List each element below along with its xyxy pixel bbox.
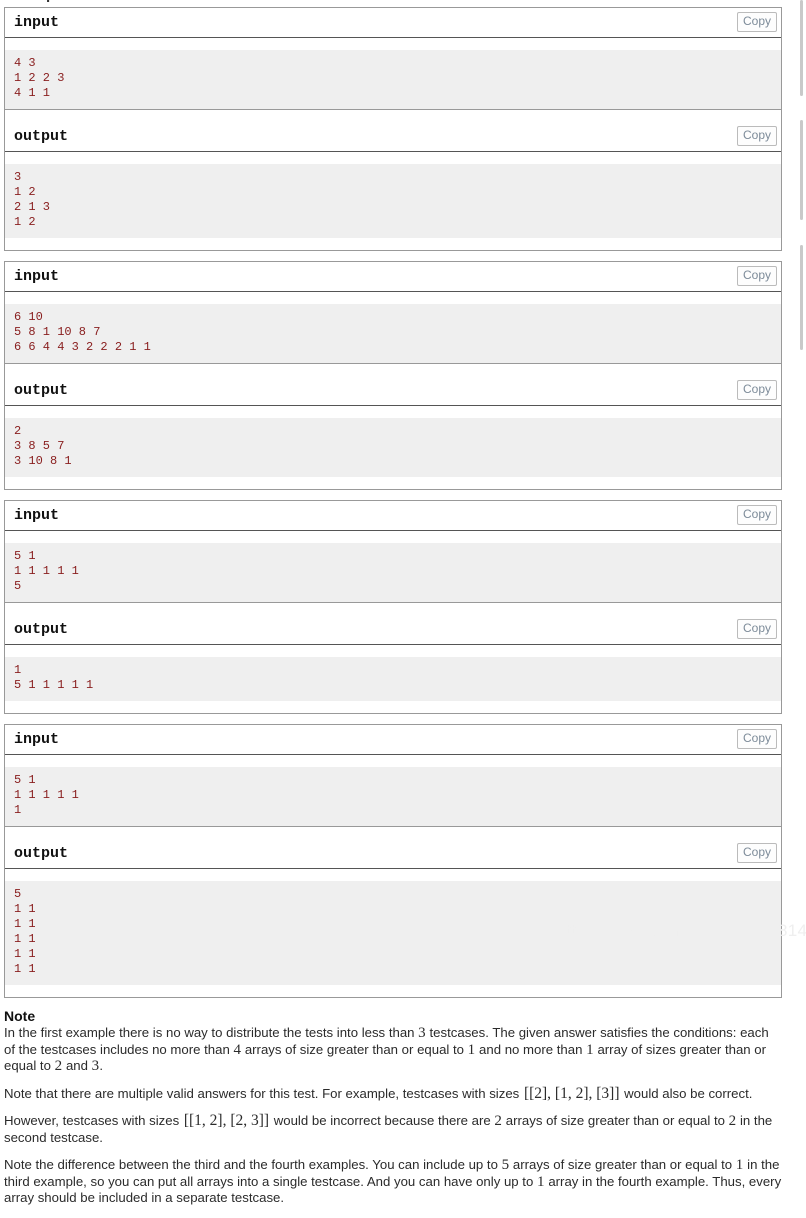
output-label-3: output — [14, 621, 69, 638]
note-p4-num-1: 5 — [501, 1157, 510, 1173]
input-title-4: input Copy — [5, 725, 781, 755]
note-p1-num-1: 3 — [418, 1025, 426, 1041]
input-title-1: input Copy — [5, 8, 781, 38]
note-p1-text-f: and — [62, 1058, 92, 1073]
output-data-4: 5 1 1 1 1 1 1 1 1 1 1 — [5, 881, 781, 985]
input-data-4: 5 1 1 1 1 1 1 1 — [5, 767, 781, 827]
output-label-4: output — [14, 845, 69, 862]
scrollbar-segment-2[interactable] — [800, 120, 803, 220]
note-paragraph-3: However, testcases with sizes [[1, 2], [… — [4, 1112, 782, 1146]
note-p1-text-g: . — [99, 1058, 104, 1073]
copy-output-button-3[interactable]: Copy — [736, 619, 777, 639]
note-p4-num-2: 1 — [735, 1157, 744, 1173]
copy-output-button-1[interactable]: Copy — [736, 126, 777, 146]
problem-statement-page: Examples input Copy 4 3 1 2 2 3 4 1 1 ou… — [0, 0, 806, 1218]
scrollbar-segment-3[interactable] — [800, 245, 803, 350]
examples-heading: Examples — [4, 0, 782, 3]
output-data-2: 2 3 8 5 7 3 10 8 1 — [5, 418, 781, 477]
note-p4-num-3: 1 — [536, 1173, 545, 1190]
copy-input-button-4[interactable]: Copy — [736, 729, 777, 749]
note-p1-text-c: arrays of size greater than or equal to — [241, 1041, 468, 1057]
note-p1-num-2: 4 — [233, 1041, 242, 1058]
input-label-2: input — [14, 268, 60, 285]
input-label-4: input — [14, 731, 60, 748]
note-paragraph-4: Note the difference between the third an… — [4, 1157, 782, 1207]
output-title-3: output Copy — [5, 615, 781, 645]
sample-test-1: input Copy 4 3 1 2 2 3 4 1 1 output Copy… — [4, 7, 782, 251]
note-p1-num-3: 1 — [467, 1041, 476, 1058]
output-data-1: 3 1 2 2 1 3 1 2 — [5, 164, 781, 238]
content-column: Examples input Copy 4 3 1 2 2 3 4 1 1 ou… — [4, 0, 782, 1207]
sample-test-2: input Copy 6 10 5 8 1 10 8 7 6 6 4 4 3 2… — [4, 261, 782, 490]
note-paragraph-2: Note that there are multiple valid answe… — [4, 1084, 782, 1103]
sample-test-4: input Copy 5 1 1 1 1 1 1 1 output Copy 5… — [4, 724, 782, 998]
output-title-2: output Copy — [5, 376, 781, 406]
copy-input-button-2[interactable]: Copy — [736, 266, 777, 286]
input-data-3: 5 1 1 1 1 1 1 5 — [5, 543, 781, 603]
note-p3-text-b: would be incorrect because there are — [270, 1113, 495, 1128]
note-p2-text-b: would also be correct. — [620, 1085, 753, 1101]
note-p1-text-d: and no more than — [475, 1041, 587, 1057]
note-p4-text-b: arrays of size greater than or equal to — [509, 1157, 736, 1172]
note-p3-sizes-set: [[1, 2], [2, 3]] — [183, 1112, 270, 1129]
output-data-3: 1 5 1 1 1 1 1 — [5, 657, 781, 701]
scrollbar-segment-1[interactable] — [800, 0, 803, 96]
note-p3-num-2: 2 — [728, 1113, 737, 1129]
copy-input-button-3[interactable]: Copy — [736, 505, 777, 525]
input-label-1: input — [14, 14, 60, 31]
input-data-1: 4 3 1 2 2 3 4 1 1 — [5, 50, 781, 110]
note-p1-num-5: 2 — [54, 1058, 63, 1074]
output-title-1: output Copy — [5, 122, 781, 152]
input-label-3: input — [14, 507, 60, 524]
input-data-2: 6 10 5 8 1 10 8 7 6 6 4 4 3 2 2 2 1 1 — [5, 304, 781, 364]
output-title-4: output Copy — [5, 839, 781, 869]
output-label-1: output — [14, 128, 69, 145]
note-paragraph-1: In the first example there is no way to … — [4, 1025, 782, 1075]
copy-input-button-1[interactable]: Copy — [736, 12, 777, 32]
note-p3-num-1: 2 — [494, 1113, 503, 1129]
input-title-3: input Copy — [5, 501, 781, 531]
note-p1-num-4: 1 — [586, 1041, 594, 1058]
note-p1-text-a: In the first example there is no way to … — [4, 1025, 419, 1040]
note-p2-sizes-set: [[2], [1, 2], [3]] — [523, 1084, 620, 1102]
copy-output-button-4[interactable]: Copy — [736, 843, 777, 863]
copy-output-button-2[interactable]: Copy — [736, 380, 777, 400]
note-p3-text-a: However, testcases with sizes — [4, 1113, 183, 1128]
note-p1-num-6: 3 — [91, 1058, 100, 1074]
note-heading: Note — [4, 1008, 36, 1024]
note-p3-text-c: arrays of size greater than or equal to — [502, 1113, 729, 1128]
output-label-2: output — [14, 382, 69, 399]
input-title-2: input Copy — [5, 262, 781, 292]
note-p4-text-a: Note the difference between the third an… — [4, 1157, 502, 1172]
note-p2-text-a: Note that there are multiple valid answe… — [4, 1085, 523, 1101]
sample-test-3: input Copy 5 1 1 1 1 1 1 5 output Copy 1… — [4, 500, 782, 714]
